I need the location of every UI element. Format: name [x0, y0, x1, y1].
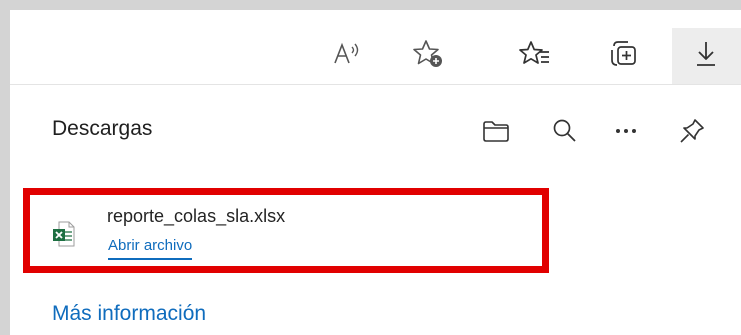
excel-file-icon — [53, 221, 75, 247]
folder-icon[interactable] — [479, 114, 513, 148]
search-icon[interactable] — [548, 114, 582, 148]
browser-window: Descargas reporte_colas_sla.xlsx Abrir a… — [10, 10, 741, 335]
collections-icon[interactable] — [604, 34, 644, 74]
downloads-icon[interactable] — [686, 34, 726, 74]
more-info-link[interactable]: Más información — [52, 300, 206, 328]
browser-toolbar — [10, 10, 741, 84]
more-icon[interactable] — [609, 114, 643, 148]
pin-icon[interactable] — [675, 114, 709, 148]
download-item[interactable]: reporte_colas_sla.xlsx Abrir archivo — [23, 188, 549, 273]
downloads-title: Descargas — [52, 117, 153, 140]
add-favorite-icon[interactable] — [408, 34, 448, 74]
read-aloud-icon[interactable] — [327, 34, 367, 74]
favorites-icon[interactable] — [515, 34, 555, 74]
download-file-name: reporte_colas_sla.xlsx — [107, 206, 286, 226]
panel-divider — [10, 84, 741, 85]
open-file-link[interactable]: Abrir archivo — [108, 236, 193, 260]
